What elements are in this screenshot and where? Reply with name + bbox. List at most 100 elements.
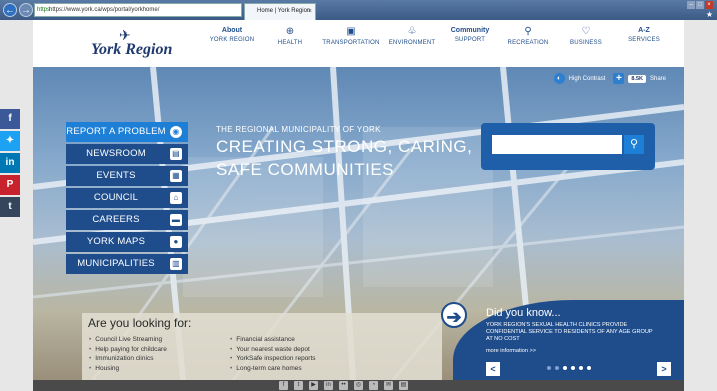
share-plus-icon[interactable]: + bbox=[613, 73, 625, 84]
nav-top-label: About bbox=[221, 27, 243, 34]
did-you-know-title: Did you know... bbox=[486, 307, 561, 319]
carousel-dot[interactable] bbox=[587, 366, 591, 370]
camera-icon: ◉ bbox=[170, 126, 182, 138]
nav-a-z-services[interactable]: A-Z SERVICES bbox=[615, 26, 673, 48]
quick-menu-label: NEWSROOM bbox=[86, 148, 146, 159]
nav-label: SERVICES bbox=[628, 37, 660, 43]
looking-for-list-1: Council Live Streaming Help paying for c… bbox=[89, 335, 167, 373]
high-contrast-label[interactable]: High Contrast bbox=[569, 76, 606, 82]
business-icon: ♡ bbox=[581, 26, 591, 37]
site-header: ✈ York Region About YORK REGION ⊕ HEALTH… bbox=[33, 20, 684, 67]
nav-about-york-region[interactable]: About YORK REGION bbox=[203, 26, 261, 48]
looking-for-link[interactable]: Long-term care homes bbox=[230, 364, 316, 374]
address-bar[interactable]: https https://www.york.ca/wps/portal/yor… bbox=[34, 3, 242, 17]
hero-headline-line2: SAFE COMMUNITIES bbox=[216, 160, 395, 179]
recreation-icon: ⚲ bbox=[524, 26, 532, 37]
top-navigation: About YORK REGION ⊕ HEALTH ▣ TRANSPORTAT… bbox=[203, 26, 673, 48]
rss-footer-icon[interactable]: ◔ bbox=[369, 381, 378, 390]
quick-newsroom[interactable]: NEWSROOM ▤ bbox=[66, 144, 188, 164]
linkedin-footer-icon[interactable]: in bbox=[324, 381, 333, 390]
search-icon[interactable]: ⚲ bbox=[624, 135, 644, 154]
carousel-dot[interactable] bbox=[547, 366, 551, 370]
looking-for-link[interactable]: YorkSafe inspection reports bbox=[230, 354, 315, 364]
carousel-prev-button[interactable]: < bbox=[486, 362, 500, 376]
nav-recreation[interactable]: ⚲ RECREATION bbox=[499, 26, 557, 48]
maximize-button[interactable]: □ bbox=[696, 1, 704, 9]
search-input[interactable] bbox=[492, 135, 622, 154]
york-region-logo[interactable]: ✈ York Region bbox=[91, 27, 181, 59]
quick-menu-label: CAREERS bbox=[92, 214, 140, 225]
flickr-footer-icon[interactable]: •• bbox=[339, 381, 348, 390]
quick-council[interactable]: COUNCIL ⌂ bbox=[66, 188, 188, 208]
nav-label: YORK REGION bbox=[209, 37, 255, 43]
print-footer-icon[interactable]: ▤ bbox=[399, 381, 408, 390]
twitter-icon[interactable]: ✦ bbox=[0, 131, 20, 151]
quick-menu-label: MUNICIPALITIES bbox=[77, 258, 155, 269]
nav-community-support[interactable]: Community SUPPORT bbox=[441, 26, 499, 48]
nav-health[interactable]: ⊕ HEALTH bbox=[261, 26, 319, 48]
quick-menu-label: REPORT A PROBLEM bbox=[66, 126, 166, 137]
window-controls: – □ × bbox=[687, 1, 713, 9]
favorites-star-icon[interactable]: ★ bbox=[706, 10, 713, 19]
quick-report-a-problem[interactable]: REPORT A PROBLEM ◉ bbox=[66, 122, 188, 142]
nav-label: ENVIRONMENT bbox=[388, 40, 436, 46]
quick-menu: REPORT A PROBLEM ◉ NEWSROOM ▤ EVENTS ▦ C… bbox=[66, 122, 188, 276]
carousel-dot[interactable] bbox=[555, 366, 559, 370]
share-label[interactable]: Share bbox=[650, 76, 666, 82]
nav-environment[interactable]: ♧ ENVIRONMENT bbox=[383, 26, 441, 48]
map-pin-icon: ● bbox=[170, 236, 182, 248]
hero-banner: ◐ High Contrast + 8.5K Share REPORT A PR… bbox=[33, 67, 684, 380]
close-window-button[interactable]: × bbox=[705, 1, 713, 9]
utility-bar: ◐ High Contrast + 8.5K Share bbox=[553, 73, 666, 84]
facebook-footer-icon[interactable]: f bbox=[279, 381, 288, 390]
close-tab-icon[interactable]: × bbox=[308, 4, 312, 19]
forward-button[interactable]: → bbox=[19, 3, 33, 17]
nav-label: HEALTH bbox=[277, 40, 303, 46]
carousel-dots bbox=[547, 366, 591, 370]
looking-for-link[interactable]: Council Live Streaming bbox=[89, 335, 167, 345]
https-label: https bbox=[37, 7, 51, 13]
looking-for-link[interactable]: Your nearest waste depot bbox=[230, 345, 316, 355]
twitter-footer-icon[interactable]: t bbox=[294, 381, 303, 390]
facebook-icon[interactable]: f bbox=[0, 109, 20, 129]
more-information-link[interactable]: more information >> bbox=[486, 348, 536, 354]
building-icon: ⌂ bbox=[170, 192, 182, 204]
email-footer-icon[interactable]: ✉ bbox=[384, 381, 393, 390]
quick-events[interactable]: EVENTS ▦ bbox=[66, 166, 188, 186]
quick-menu-label: YORK MAPS bbox=[86, 236, 146, 247]
nav-label: RECREATION bbox=[507, 40, 549, 46]
high-contrast-icon[interactable]: ◐ bbox=[553, 73, 565, 84]
pinterest-icon[interactable]: P bbox=[0, 175, 20, 195]
nav-transportation[interactable]: ▣ TRANSPORTATION bbox=[319, 26, 383, 48]
youtube-footer-icon[interactable]: ▶ bbox=[309, 381, 318, 390]
social-share-bar: f ✦ in P t bbox=[0, 109, 20, 219]
environment-icon: ♧ bbox=[407, 26, 417, 37]
carousel-dot[interactable] bbox=[579, 366, 583, 370]
did-you-know-panel: ➔ Did you know... York Region's sexual h… bbox=[441, 300, 684, 380]
linkedin-icon[interactable]: in bbox=[0, 153, 20, 173]
calendar-icon: ▦ bbox=[170, 170, 182, 182]
quick-york-maps[interactable]: YORK MAPS ● bbox=[66, 232, 188, 252]
health-icon: ⊕ bbox=[285, 26, 295, 37]
looking-for-link[interactable]: Financial assistance bbox=[230, 335, 316, 345]
minimize-button[interactable]: – bbox=[687, 1, 695, 9]
carousel-dot[interactable] bbox=[563, 366, 567, 370]
footer-bar: f t ▶ in •• ◎ ◔ ✉ ▤ bbox=[33, 380, 684, 391]
carousel-dot[interactable] bbox=[571, 366, 575, 370]
looking-for-link[interactable]: Housing bbox=[89, 364, 167, 374]
instagram-footer-icon[interactable]: ◎ bbox=[354, 381, 363, 390]
browser-tab[interactable]: Home | York Region × bbox=[244, 3, 316, 20]
looking-for-title: Are you looking for: bbox=[88, 316, 192, 330]
address-text: https://www.york.ca/wps/portal/yorkhome/ bbox=[49, 7, 160, 13]
nav-label: TRANSPORTATION bbox=[322, 40, 380, 46]
quick-municipalities[interactable]: MUNICIPALITIES ▥ bbox=[66, 254, 188, 274]
quick-menu-label: EVENTS bbox=[96, 170, 136, 181]
looking-for-link[interactable]: Help paying for childcare bbox=[89, 345, 167, 355]
looking-for-link[interactable]: Immunization clinics bbox=[89, 354, 167, 364]
arrow-right-circle-icon[interactable]: ➔ bbox=[441, 302, 467, 328]
back-button[interactable]: ← bbox=[3, 3, 17, 17]
carousel-next-button[interactable]: > bbox=[657, 362, 671, 376]
quick-careers[interactable]: CAREERS ▬ bbox=[66, 210, 188, 230]
tumblr-icon[interactable]: t bbox=[0, 197, 20, 217]
nav-business[interactable]: ♡ BUSINESS bbox=[557, 26, 615, 48]
